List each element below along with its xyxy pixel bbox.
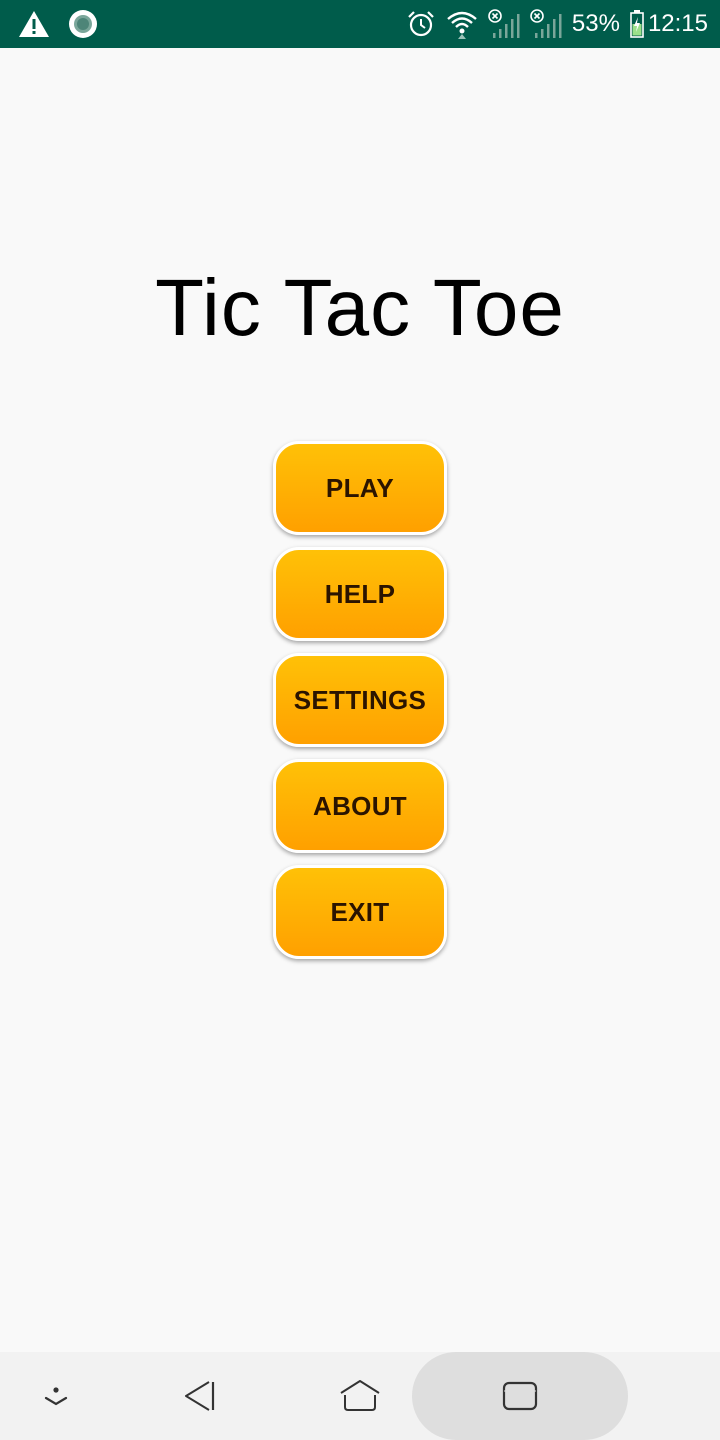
home-icon — [339, 1379, 381, 1413]
signal-icon — [488, 9, 520, 39]
back-icon — [182, 1378, 218, 1414]
recents-icon — [502, 1381, 538, 1411]
about-button[interactable]: ABOUT — [273, 759, 447, 853]
record-icon — [68, 9, 98, 39]
wifi-icon — [446, 9, 478, 39]
alarm-icon — [406, 9, 436, 39]
settings-button[interactable]: SETTINGS — [273, 653, 447, 747]
warning-icon — [18, 9, 50, 39]
back-button[interactable] — [160, 1352, 240, 1440]
play-button[interactable]: PLAY — [273, 441, 447, 535]
page-title: Tic Tac Toe — [155, 263, 565, 352]
navigation-bar — [0, 1352, 720, 1440]
home-button[interactable] — [320, 1352, 400, 1440]
clock: 12:15 — [647, 10, 708, 37]
battery-icon — [630, 10, 644, 38]
exit-button[interactable]: EXIT — [273, 865, 447, 959]
battery-percent: 53% — [571, 10, 620, 37]
recents-button[interactable] — [480, 1352, 560, 1440]
help-button[interactable]: HELP — [273, 547, 447, 641]
status-bar: 53% 12:15 — [0, 0, 720, 48]
hide-nav-button[interactable] — [16, 1352, 96, 1440]
signal-icon — [530, 9, 562, 39]
hide-nav-icon — [41, 1384, 71, 1408]
